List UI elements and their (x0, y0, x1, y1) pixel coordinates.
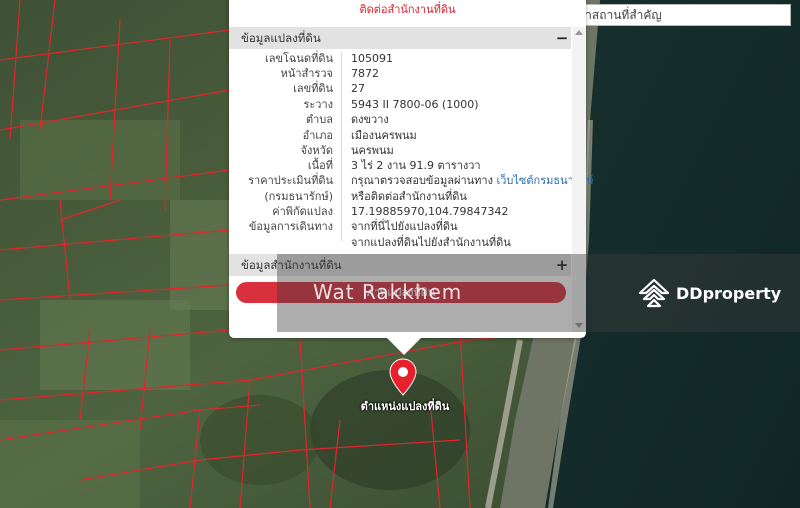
detail-label: ระวาง (303, 98, 333, 111)
watermark-title: Wat Rakkhem (313, 280, 463, 304)
detail-row: เนื้อที่ 3 ไร่ 2 งาน 91.9 ตารางวา (229, 158, 571, 173)
detail-label: เลขโฉนดที่ดิน (265, 52, 333, 65)
detail-row: หน้าสำรวจ 7872 (229, 66, 571, 81)
travel-row: ข้อมูลการเดินทาง จากที่นี่ไปยังแปลงที่ดิ… (229, 219, 571, 234)
detail-value: 3 ไร่ 2 งาน 91.9 ตารางวา (351, 159, 481, 172)
coords-link[interactable]: 17.19885970,104.79847342 (351, 204, 508, 219)
detail-value: 5943 II 7800-06 (1000) (351, 98, 479, 111)
coords-label: ค่าพิกัดแปลง (272, 205, 333, 218)
brand-name: DDproperty (676, 283, 782, 303)
detail-label: เนื้อที่ (307, 159, 333, 172)
appraisal-value-2: หรือติดต่อสำนักงานที่ดิน (351, 190, 467, 203)
detail-row: ตำบล ดงขวาง (229, 112, 571, 127)
detail-value: 27 (351, 82, 365, 95)
detail-value: 7872 (351, 67, 379, 80)
appraisal-label: ราคาประเมินที่ดิน (248, 174, 333, 187)
detail-label: อำเภอ (302, 129, 333, 142)
coords-row: ค่าพิกัดแปลง 17.19885970,104.79847342 (229, 204, 571, 219)
detail-label: เลขที่ดิน (293, 82, 333, 95)
detail-row: เลขที่ดิน 27 (229, 81, 571, 96)
search-input[interactable] (555, 4, 791, 26)
house-logo-icon (638, 278, 670, 308)
detail-row: เลขโฉนดที่ดิน 105091 (229, 51, 571, 66)
detail-row: อำเภอ เมืองนครพนม (229, 128, 571, 143)
detail-label: หน้าสำรวจ (280, 67, 333, 80)
popup-pointer (386, 337, 422, 355)
detail-label: จังหวัด (300, 144, 333, 157)
appraisal-label-2: (กรมธนารักษ์) (264, 190, 333, 203)
appraisal-text: กรุณาตรวจสอบข้อมูลผ่านทาง (351, 174, 497, 187)
contact-land-office-link[interactable]: ติดต่อสำนักงานที่ดิน (229, 0, 586, 18)
travel-label: ข้อมูลการเดินทาง (248, 220, 333, 233)
detail-value: ดงขวาง (351, 113, 389, 126)
collapse-icon[interactable]: − (555, 27, 569, 49)
parcel-section-title: ข้อมูลแปลงที่ดิน (241, 31, 321, 45)
route-to-office-link[interactable]: จากแปลงที่ดินไปยังสำนักงานที่ดิน (351, 235, 511, 250)
detail-label: ตำบล (305, 113, 333, 126)
pin-label: ตำแหน่งแปลงที่ดิน (360, 400, 450, 413)
parcel-details-table: เลขโฉนดที่ดิน 105091 หน้าสำรวจ 7872 เลขท… (229, 51, 594, 251)
route-to-parcel-link[interactable]: จากที่นี่ไปยังแปลงที่ดิน (351, 219, 457, 234)
appraisal-row-2: (กรมธนารักษ์) หรือติดต่อสำนักงานที่ดิน (229, 189, 571, 204)
detail-row: ระวาง 5943 II 7800-06 (1000) (229, 97, 571, 112)
ddproperty-logo: DDproperty (638, 276, 781, 310)
appraisal-row: ราคาประเมินที่ดิน กรุณาตรวจสอบข้อมูลผ่าน… (229, 173, 593, 188)
parcel-section-header[interactable]: ข้อมูลแปลงที่ดิน − (229, 27, 571, 49)
detail-value: 105091 (351, 52, 393, 65)
map-pin-icon[interactable] (389, 358, 417, 396)
detail-row: จังหวัด นครพนม (229, 143, 571, 158)
appraisal-value: กรุณาตรวจสอบข้อมูลผ่านทาง เว็บไซต์กรมธนา… (351, 173, 594, 188)
detail-value: นครพนม (351, 144, 394, 157)
detail-value: เมืองนครพนม (351, 129, 417, 142)
scroll-up-icon[interactable] (575, 30, 583, 35)
travel-row-2: จากแปลงที่ดินไปยังสำนักงานที่ดิน (229, 235, 571, 250)
